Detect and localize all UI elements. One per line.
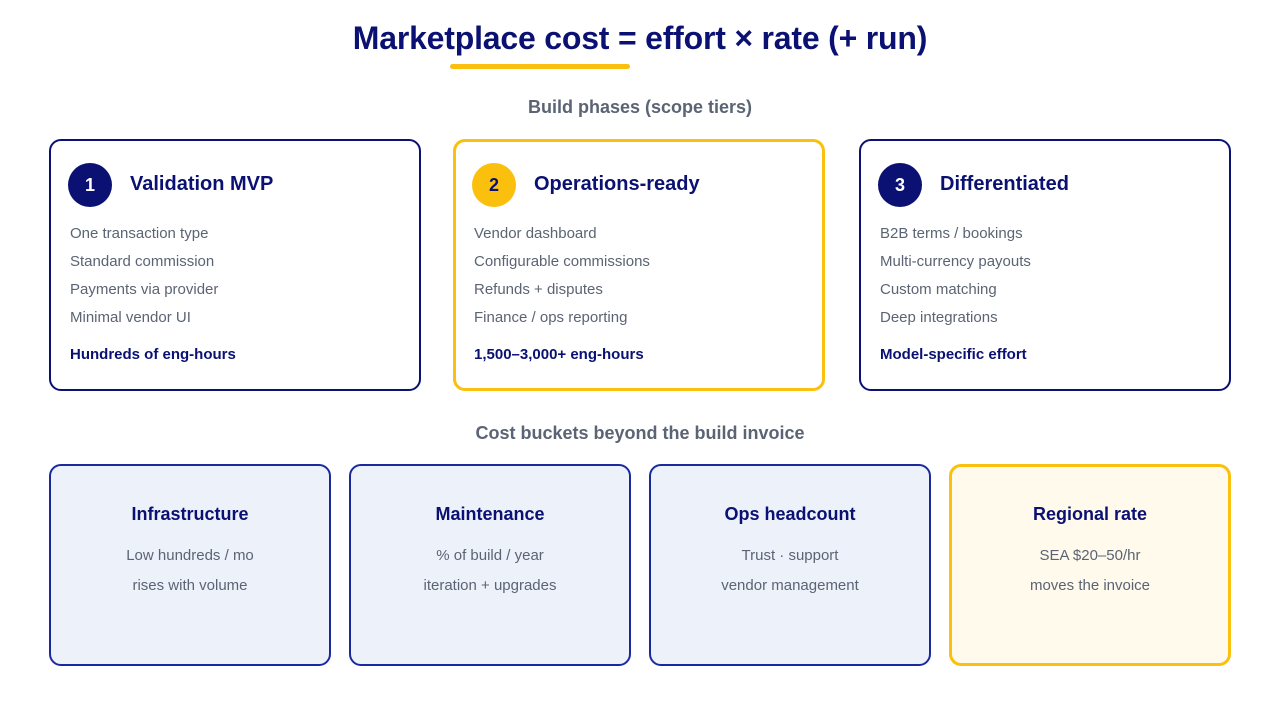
bucket-line: moves the invoice [1029, 577, 1151, 594]
bucket-line: Trust · support [741, 547, 839, 564]
list-item: Multi-currency payouts [880, 253, 1031, 270]
phase-item-list: B2B terms / bookings Multi-currency payo… [880, 225, 1031, 337]
list-item: Minimal vendor UI [70, 309, 191, 326]
phase-effort: Hundreds of eng-hours [70, 346, 236, 363]
list-item: Custom matching [880, 281, 997, 298]
phase-item-list: Vendor dashboard Configurable commission… [474, 225, 650, 337]
bucket-card-regional-rate: Regional rate SEA $20–50/hr moves the in… [949, 464, 1231, 666]
phase-effort: 1,500–3,000+ eng-hours [474, 346, 644, 363]
page-title: Marketplace cost = effort × rate (+ run) [352, 20, 928, 56]
phase-number-badge: 2 [472, 163, 516, 207]
bucket-line: rises with volume [132, 577, 248, 594]
phase-effort: Model-specific effort [880, 346, 1027, 363]
phase-title: Differentiated [940, 173, 1069, 195]
phase-card-differentiated: 3 Differentiated B2B terms / bookings Mu… [859, 139, 1231, 391]
bucket-title: Regional rate [1032, 504, 1148, 524]
bucket-line: % of build / year [436, 547, 544, 564]
list-item: One transaction type [70, 225, 209, 242]
bucket-line: iteration + upgrades [423, 577, 557, 594]
bucket-title: Maintenance [435, 504, 545, 524]
phase-card-operations-ready: 2 Operations-ready Vendor dashboard Conf… [453, 139, 825, 391]
phase-title: Validation MVP [130, 173, 274, 195]
list-item: Payments via provider [70, 281, 219, 298]
list-item: Standard commission [70, 253, 215, 270]
bucket-line: SEA $20–50/hr [1039, 547, 1141, 564]
bucket-title: Ops headcount [724, 504, 856, 524]
bucket-line: Low hundreds / mo [126, 547, 254, 564]
phase-card-validation-mvp: 1 Validation MVP One transaction type St… [49, 139, 421, 391]
list-item: B2B terms / bookings [880, 225, 1023, 242]
list-item: Deep integrations [880, 309, 998, 326]
phases-heading: Build phases (scope tiers) [527, 97, 753, 117]
list-item: Vendor dashboard [474, 225, 597, 242]
list-item: Finance / ops reporting [474, 309, 628, 326]
list-item: Configurable commissions [474, 253, 650, 270]
bucket-card-maintenance: Maintenance % of build / year iteration … [349, 464, 631, 666]
bucket-card-infrastructure: Infrastructure Low hundreds / mo rises w… [49, 464, 331, 666]
list-item: Refunds + disputes [474, 281, 603, 298]
phase-number-badge: 1 [68, 163, 112, 207]
buckets-heading: Cost buckets beyond the build invoice [475, 423, 805, 443]
bucket-title: Infrastructure [131, 504, 249, 524]
title-underline [450, 64, 630, 69]
bucket-card-ops-headcount: Ops headcount Trust · support vendor man… [649, 464, 931, 666]
phase-number-badge: 3 [878, 163, 922, 207]
phase-item-list: One transaction type Standard commission… [70, 225, 218, 337]
phase-title: Operations-ready [534, 173, 700, 195]
bucket-line: vendor management [721, 577, 859, 594]
